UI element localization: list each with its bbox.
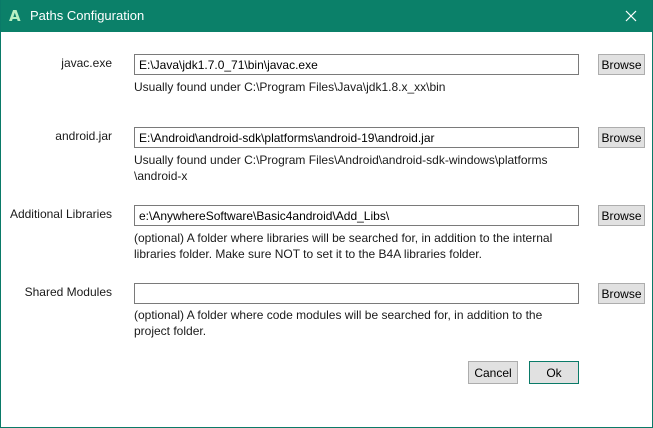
- android-jar-hint-line-1: Usually found under C:\Program Files\And…: [134, 153, 548, 167]
- javac-hint-line-1: Usually found under C:\Program Files\Jav…: [134, 80, 446, 94]
- b4a-app-icon: A: [9, 7, 21, 25]
- additional-libraries-label: Additional Libraries: [9, 207, 112, 221]
- paths-configuration-dialog: A Paths Configuration javac.exe Browse U…: [0, 0, 653, 428]
- javac-hint: Usually found under C:\Program Files\Jav…: [134, 79, 584, 95]
- android-jar-hint-line-2: \android-x: [134, 169, 188, 183]
- cancel-button[interactable]: Cancel: [468, 361, 518, 384]
- android-jar-path-input[interactable]: [134, 127, 579, 148]
- android-jar-browse-button[interactable]: Browse: [598, 127, 645, 148]
- javac-label: javac.exe: [61, 56, 112, 70]
- android-jar-label: android.jar: [55, 129, 112, 143]
- shared-modules-label: Shared Modules: [24, 285, 112, 299]
- shared-modules-hint-line-1: (optional) A folder where code modules w…: [134, 308, 543, 322]
- shared-modules-browse-button[interactable]: Browse: [598, 283, 645, 304]
- additional-libraries-hint: (optional) A folder where libraries will…: [134, 230, 584, 262]
- additional-libraries-path-input[interactable]: [134, 205, 579, 226]
- close-icon: [625, 10, 637, 22]
- shared-modules-hint: (optional) A folder where code modules w…: [134, 307, 584, 339]
- ok-button[interactable]: Ok: [529, 361, 579, 384]
- additional-libraries-browse-button[interactable]: Browse: [598, 205, 645, 226]
- additional-libraries-hint-line-2: libraries folder. Make sure NOT to set i…: [134, 247, 482, 261]
- javac-browse-button[interactable]: Browse: [598, 54, 645, 75]
- window-title: Paths Configuration: [30, 8, 145, 23]
- android-jar-hint: Usually found under C:\Program Files\And…: [134, 152, 584, 184]
- shared-modules-hint-line-2: project folder.: [134, 324, 207, 338]
- shared-modules-path-input[interactable]: [134, 283, 579, 304]
- additional-libraries-hint-line-1: (optional) A folder where libraries will…: [134, 231, 553, 245]
- javac-path-input[interactable]: [134, 54, 579, 75]
- title-bar[interactable]: A Paths Configuration: [1, 0, 652, 32]
- close-button[interactable]: [608, 0, 652, 32]
